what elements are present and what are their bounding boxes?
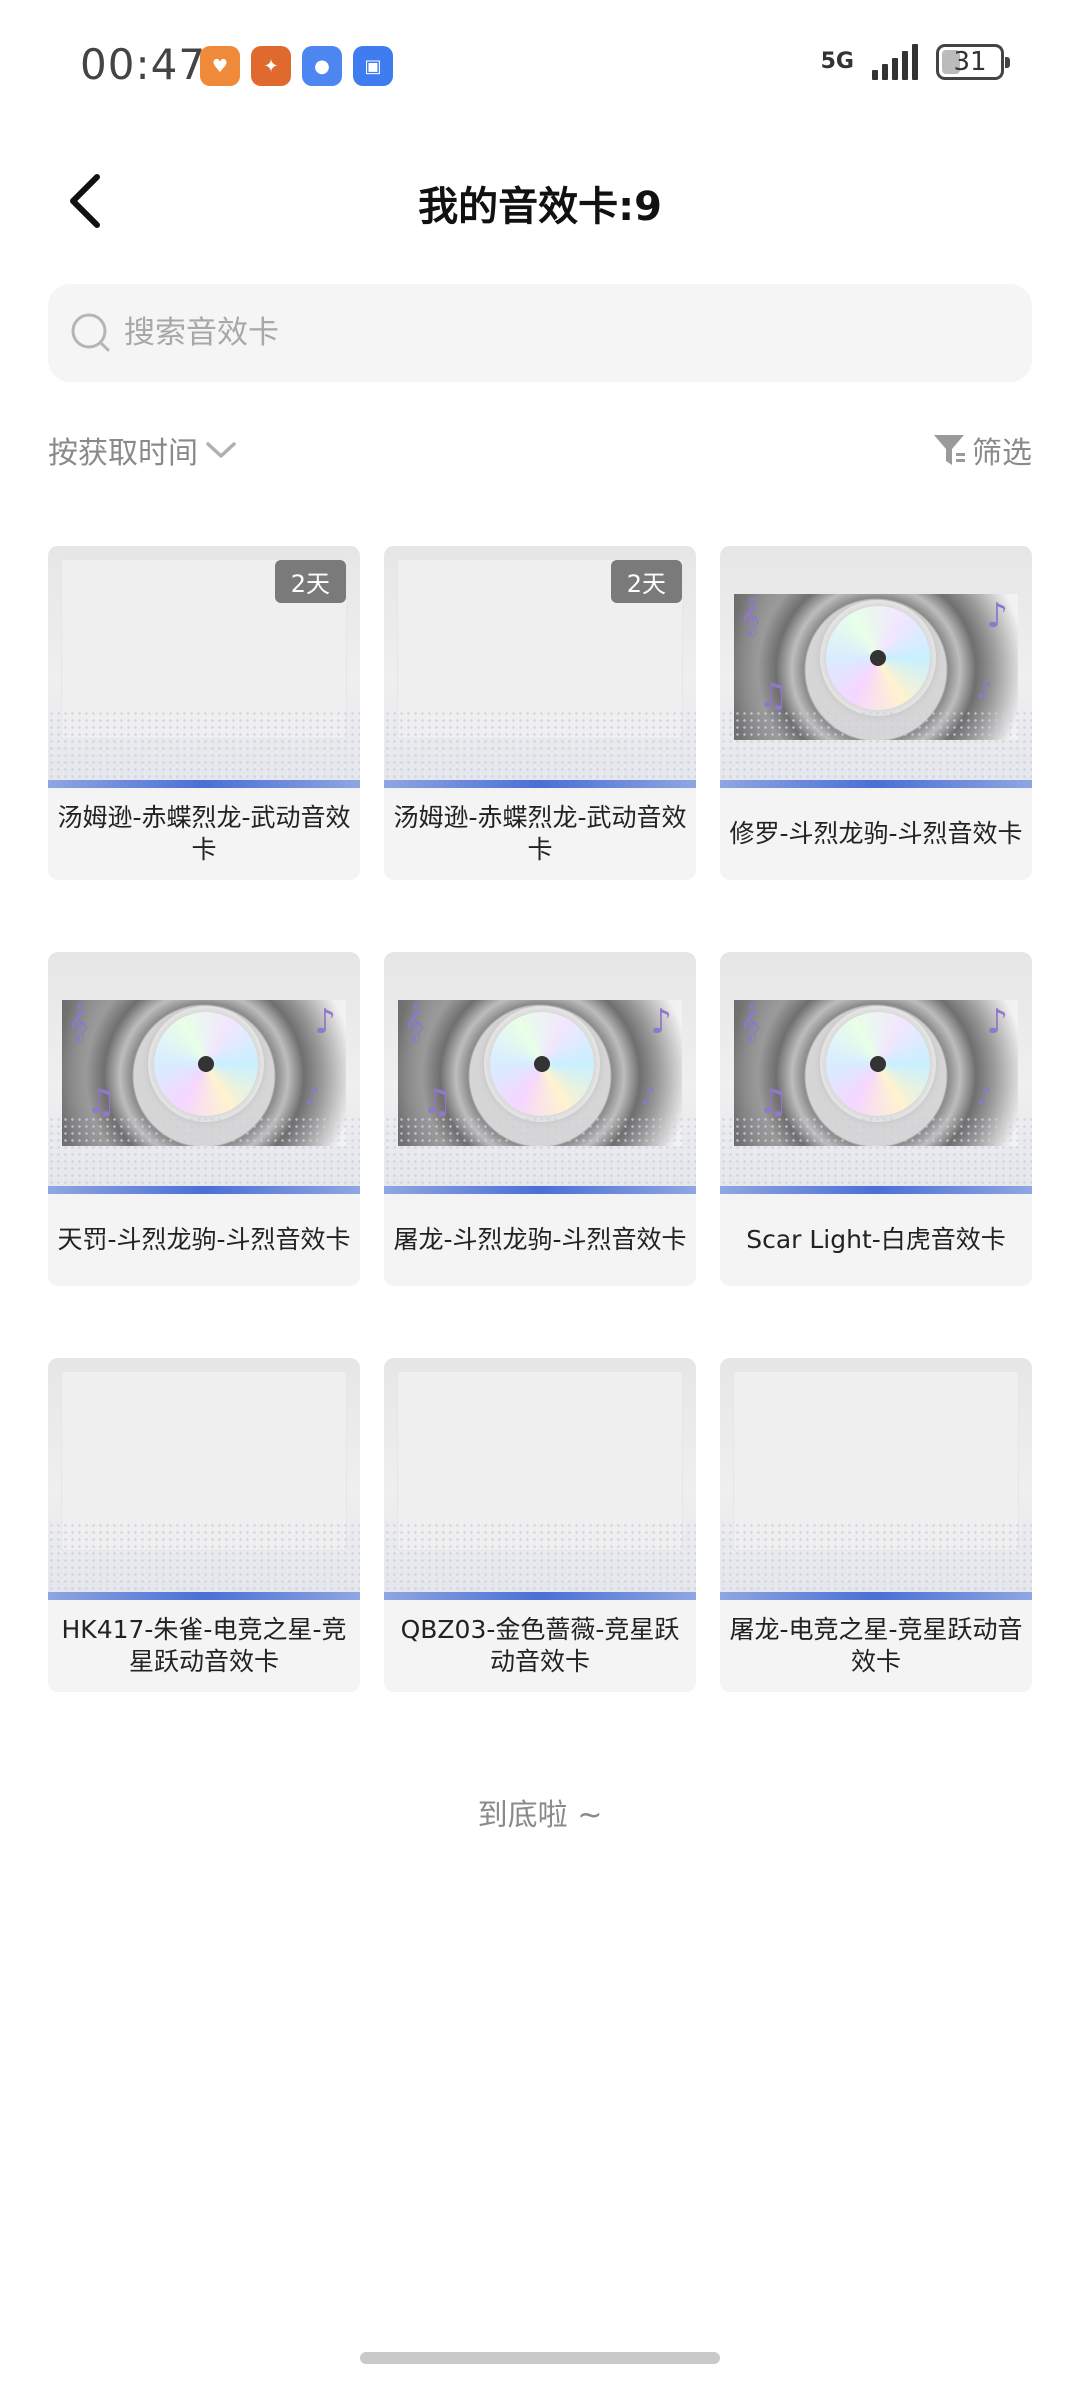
battery-icon: 31	[936, 44, 1010, 80]
sound-card-thumbnail: 𝄞 ♫ ♪ ♪	[48, 952, 360, 1194]
music-note-icon: 𝄞	[68, 1002, 89, 1042]
battery-level: 31	[953, 47, 987, 77]
network-type-label: 5G	[820, 49, 854, 74]
sound-card[interactable]: 屠龙-电竞之星-竞星跃动音效卡	[720, 1358, 1032, 1692]
sound-card[interactable]: 2天汤姆逊-赤蝶烈龙-武动音效卡	[48, 546, 360, 880]
cf-game-icon: ✦	[251, 46, 291, 86]
cd-disc-icon	[154, 1012, 258, 1116]
expiry-badge: 2天	[274, 560, 346, 603]
cd-disc-icon	[826, 1012, 930, 1116]
sound-card-name: QBZ03-金色蔷薇-竞星跃动音效卡	[400, 1615, 680, 1676]
search-bar[interactable]	[48, 284, 1032, 382]
health-app-icon: ♥	[200, 46, 240, 86]
sound-card-name: 汤姆逊-赤蝶烈龙-武动音效卡	[57, 803, 351, 864]
sound-card[interactable]: 𝄞 ♫ ♪ ♪ Scar Light-白虎音效卡	[720, 952, 1032, 1286]
music-note-icon: ♪	[986, 1002, 1008, 1042]
search-input[interactable]	[124, 315, 984, 351]
chevron-down-icon	[206, 442, 236, 458]
sound-card[interactable]: QBZ03-金色蔷薇-竞星跃动音效卡	[384, 1358, 696, 1692]
sound-card-name: 屠龙-斗烈龙驹-斗烈音效卡	[393, 1225, 687, 1254]
music-note-icon: ♪	[640, 1082, 656, 1110]
sound-card-name: HK417-朱雀-电竞之星-竞星跃动音效卡	[61, 1615, 347, 1676]
sound-card-name: 天罚-斗烈龙驹-斗烈音效卡	[57, 1225, 351, 1254]
sound-card-thumbnail: 𝄞 ♫ ♪ ♪	[720, 952, 1032, 1194]
sort-filter-row: 按获取时间 筛选	[48, 420, 1032, 480]
sound-card-thumbnail: 𝄞 ♫ ♪ ♪	[720, 546, 1032, 788]
filter-label: 筛选	[972, 436, 1032, 471]
sound-card[interactable]: 𝄞 ♫ ♪ ♪ 屠龙-斗烈龙驹-斗烈音效卡	[384, 952, 696, 1286]
music-note-icon: ♪	[976, 1082, 992, 1110]
sound-card-thumbnail: 2天	[384, 546, 696, 788]
sound-card-page: 00:47 ♥ ✦ ● ▣ 5G 31 我的音效卡:9 搜索音效卡 按获取时间 …	[0, 0, 1080, 2392]
sound-card-name: 修罗-斗烈龙驹-斗烈音效卡	[729, 819, 1023, 848]
sort-label: 按获取时间	[48, 436, 198, 471]
cd-disc-icon	[826, 606, 930, 710]
sound-card[interactable]: 𝄞 ♫ ♪ ♪ 修罗-斗烈龙驹-斗烈音效卡	[720, 546, 1032, 880]
app-market-icon: ▣	[353, 46, 393, 86]
search-icon	[71, 313, 110, 352]
notification-app-icons: ♥ ✦ ● ▣	[200, 46, 393, 86]
status-bar: 00:47 ♥ ✦ ● ▣ 5G 31	[0, 0, 1080, 130]
filter-button[interactable]: 筛选	[932, 428, 1032, 472]
funnel-icon	[934, 435, 965, 465]
music-note-icon: ♪	[314, 1002, 336, 1042]
sound-card[interactable]: 𝄞 ♫ ♪ ♪ 天罚-斗烈龙驹-斗烈音效卡	[48, 952, 360, 1286]
music-note-icon: ♪	[304, 1082, 320, 1110]
sound-card[interactable]: 2天汤姆逊-赤蝶烈龙-武动音效卡	[384, 546, 696, 880]
music-note-icon: ♪	[976, 676, 992, 704]
header-bar: 我的音效卡:9	[0, 150, 1080, 250]
status-indicators: 5G 31	[820, 44, 1010, 80]
sound-card-thumbnail: 𝄞 ♫ ♪ ♪	[384, 952, 696, 1194]
sound-card-name: Scar Light-白虎音效卡	[746, 1225, 1006, 1254]
music-note-icon: ♪	[986, 596, 1008, 636]
music-note-icon: 𝄞	[740, 596, 761, 636]
sound-card-grid: 2天 汤姆逊-赤蝶烈龙-武动音效卡 2天 汤姆逊-赤蝶烈龙-武动音效卡 𝄞 ♫ ♪ ♪ 修罗-斗…	[48, 546, 1032, 1692]
sound-card-name: 屠龙-电竞之星-竞星跃动音效卡	[729, 1615, 1023, 1676]
signal-strength-icon	[872, 44, 918, 80]
music-note-icon: 𝄞	[404, 1002, 425, 1042]
sort-by-time-button[interactable]: 按获取时间	[48, 428, 238, 472]
messages-icon: ●	[302, 46, 342, 86]
expiry-badge: 2天	[610, 560, 682, 603]
sound-card-thumbnail: 2天	[48, 546, 360, 788]
music-note-icon: 𝄞	[740, 1002, 761, 1042]
cd-disc-icon	[490, 1012, 594, 1116]
sound-card-thumbnail	[48, 1358, 360, 1600]
end-of-list-text: 到底啦 ~	[477, 1798, 603, 1833]
sound-card-name: 汤姆逊-赤蝶烈龙-武动音效卡	[393, 803, 687, 864]
sound-card-thumbnail	[384, 1358, 696, 1600]
page-title: 我的音效卡:9	[418, 184, 662, 230]
status-time: 00:47	[80, 40, 207, 89]
sound-card[interactable]: HK417-朱雀-电竞之星-竞星跃动音效卡	[48, 1358, 360, 1692]
home-indicator[interactable]	[360, 2352, 720, 2364]
music-note-icon: ♪	[650, 1002, 672, 1042]
sound-card-thumbnail	[720, 1358, 1032, 1600]
